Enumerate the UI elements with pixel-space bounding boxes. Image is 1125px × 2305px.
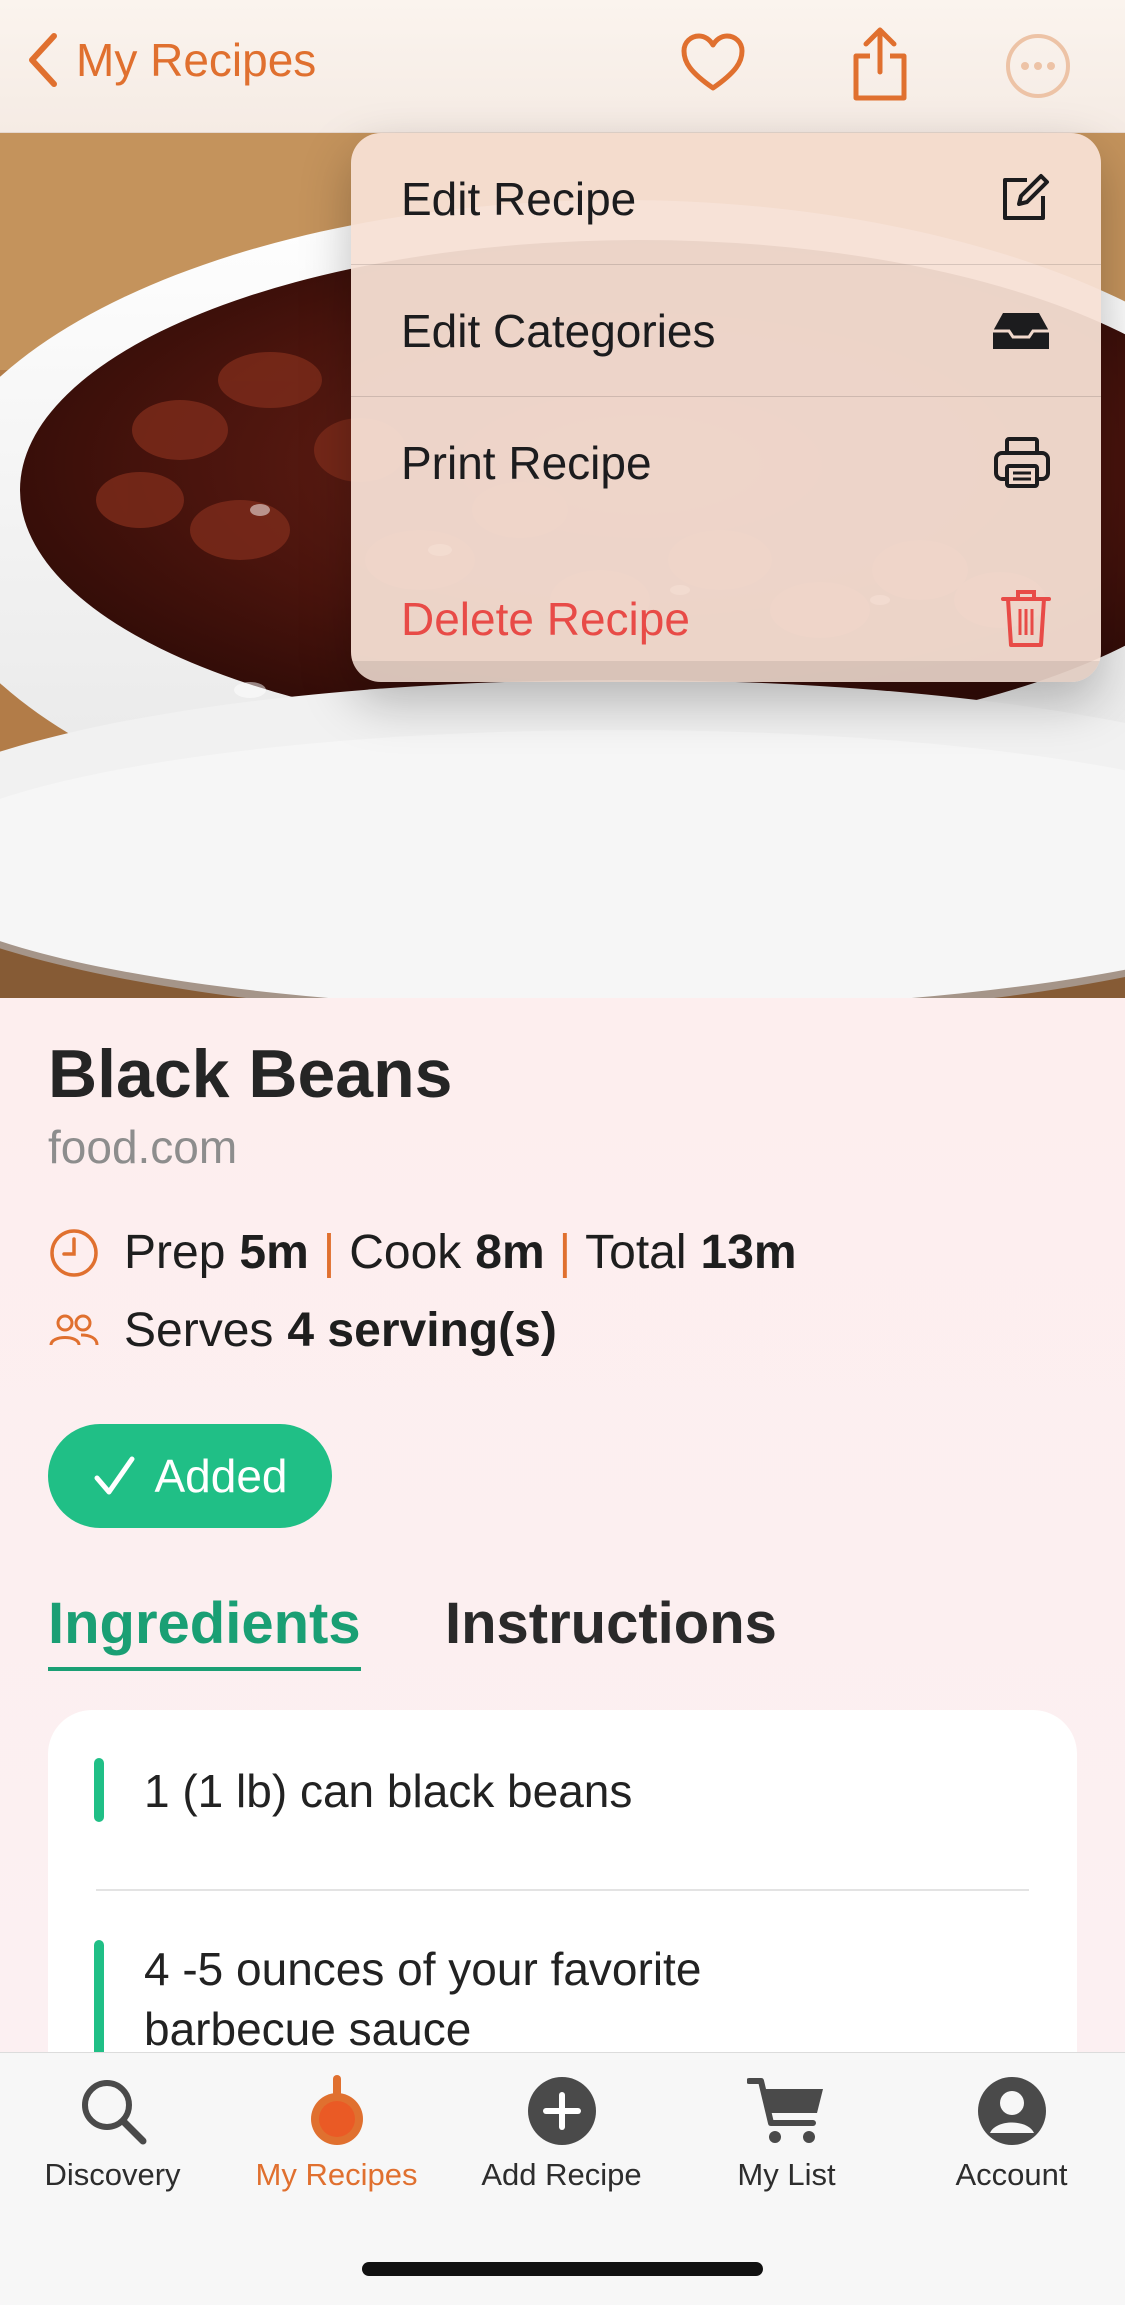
menu-item-delete-recipe[interactable]: Delete Recipe (351, 553, 1101, 682)
clock-icon (50, 1228, 98, 1277)
plus-circle-icon (527, 2077, 596, 2145)
ingredient-item[interactable]: 4 -5 ounces of your favorite barbecue sa… (144, 1940, 844, 2060)
recipe-source[interactable]: food.com (48, 1120, 237, 1174)
separator: | (558, 1226, 572, 1279)
menu-item-edit-categories[interactable]: Edit Categories (351, 265, 1101, 396)
share-icon (853, 27, 907, 101)
cart-icon (746, 2078, 823, 2143)
people-icon (49, 1314, 99, 1345)
back-label: My Recipes (76, 34, 317, 86)
tab-label: Discovery (44, 2157, 181, 2192)
favorite-button[interactable] (680, 30, 746, 101)
menu-item-label: Print Recipe (401, 436, 652, 489)
more-button[interactable] (1004, 32, 1072, 105)
trash-icon (1001, 589, 1051, 647)
search-icon (81, 2080, 146, 2145)
added-label: Added (154, 1450, 288, 1502)
total-value: 13m (700, 1226, 797, 1279)
ingredient-marker (94, 1758, 104, 1822)
time-row: Prep 5m | Cook 8m | Total 13m (48, 1225, 797, 1280)
servings-row: Serves 4 serving(s) (48, 1303, 557, 1358)
ingredients-card: 1 (1 lb) can black beans 4 -5 ounces of … (48, 1710, 1077, 2110)
tab-label: Account (955, 2157, 1068, 2192)
pan-icon (310, 2075, 363, 2145)
tab-label: My Recipes (255, 2157, 418, 2192)
cook-value: 8m (475, 1226, 545, 1279)
navigation-bar: My Recipes (0, 0, 1125, 133)
menu-item-label: Edit Recipe (401, 172, 637, 225)
tab-label: Add Recipe (481, 2157, 642, 2192)
recipe-options-menu: Edit Recipe Edit Categories Print Recipe… (351, 133, 1101, 682)
home-indicator (362, 2262, 763, 2276)
share-button[interactable] (850, 26, 910, 107)
heart-icon (681, 33, 745, 91)
ingredient-item[interactable]: 1 (1 lb) can black beans (144, 1762, 1084, 1822)
tab-add-recipe[interactable]: Add Recipe (449, 2075, 674, 2193)
more-icon (1006, 34, 1070, 98)
prep-value: 5m (239, 1226, 309, 1279)
back-button[interactable]: My Recipes (24, 30, 316, 90)
menu-item-label: Delete Recipe (401, 592, 690, 645)
menu-item-print-recipe[interactable]: Print Recipe (351, 397, 1101, 528)
added-to-list-button[interactable]: Added (48, 1424, 332, 1528)
tab-discovery[interactable]: Discovery (0, 2075, 225, 2193)
serves-value: 4 serving(s) (287, 1304, 557, 1357)
serves-label: Serves (124, 1304, 274, 1357)
account-icon (977, 2077, 1046, 2145)
tab-ingredients[interactable]: Ingredients (48, 1590, 361, 1671)
tab-account[interactable]: Account (899, 2075, 1124, 2193)
checkmark-icon (94, 1456, 135, 1495)
menu-item-edit-recipe[interactable]: Edit Recipe (351, 133, 1101, 264)
chevron-left-icon (29, 33, 57, 87)
tab-my-recipes[interactable]: My Recipes (224, 2075, 449, 2193)
separator: | (322, 1226, 336, 1279)
menu-item-label: Edit Categories (401, 304, 716, 357)
edit-icon (1003, 173, 1049, 220)
tab-instructions[interactable]: Instructions (445, 1590, 777, 1657)
tab-label: My List (737, 2157, 836, 2192)
divider (96, 1889, 1029, 1891)
prep-label: Prep (124, 1226, 226, 1279)
printer-icon (994, 436, 1050, 488)
total-label: Total (585, 1226, 687, 1279)
tab-my-list[interactable]: My List (674, 2075, 899, 2193)
cook-label: Cook (349, 1226, 462, 1279)
recipe-title: Black Beans (48, 1036, 453, 1112)
tray-icon (993, 312, 1049, 349)
